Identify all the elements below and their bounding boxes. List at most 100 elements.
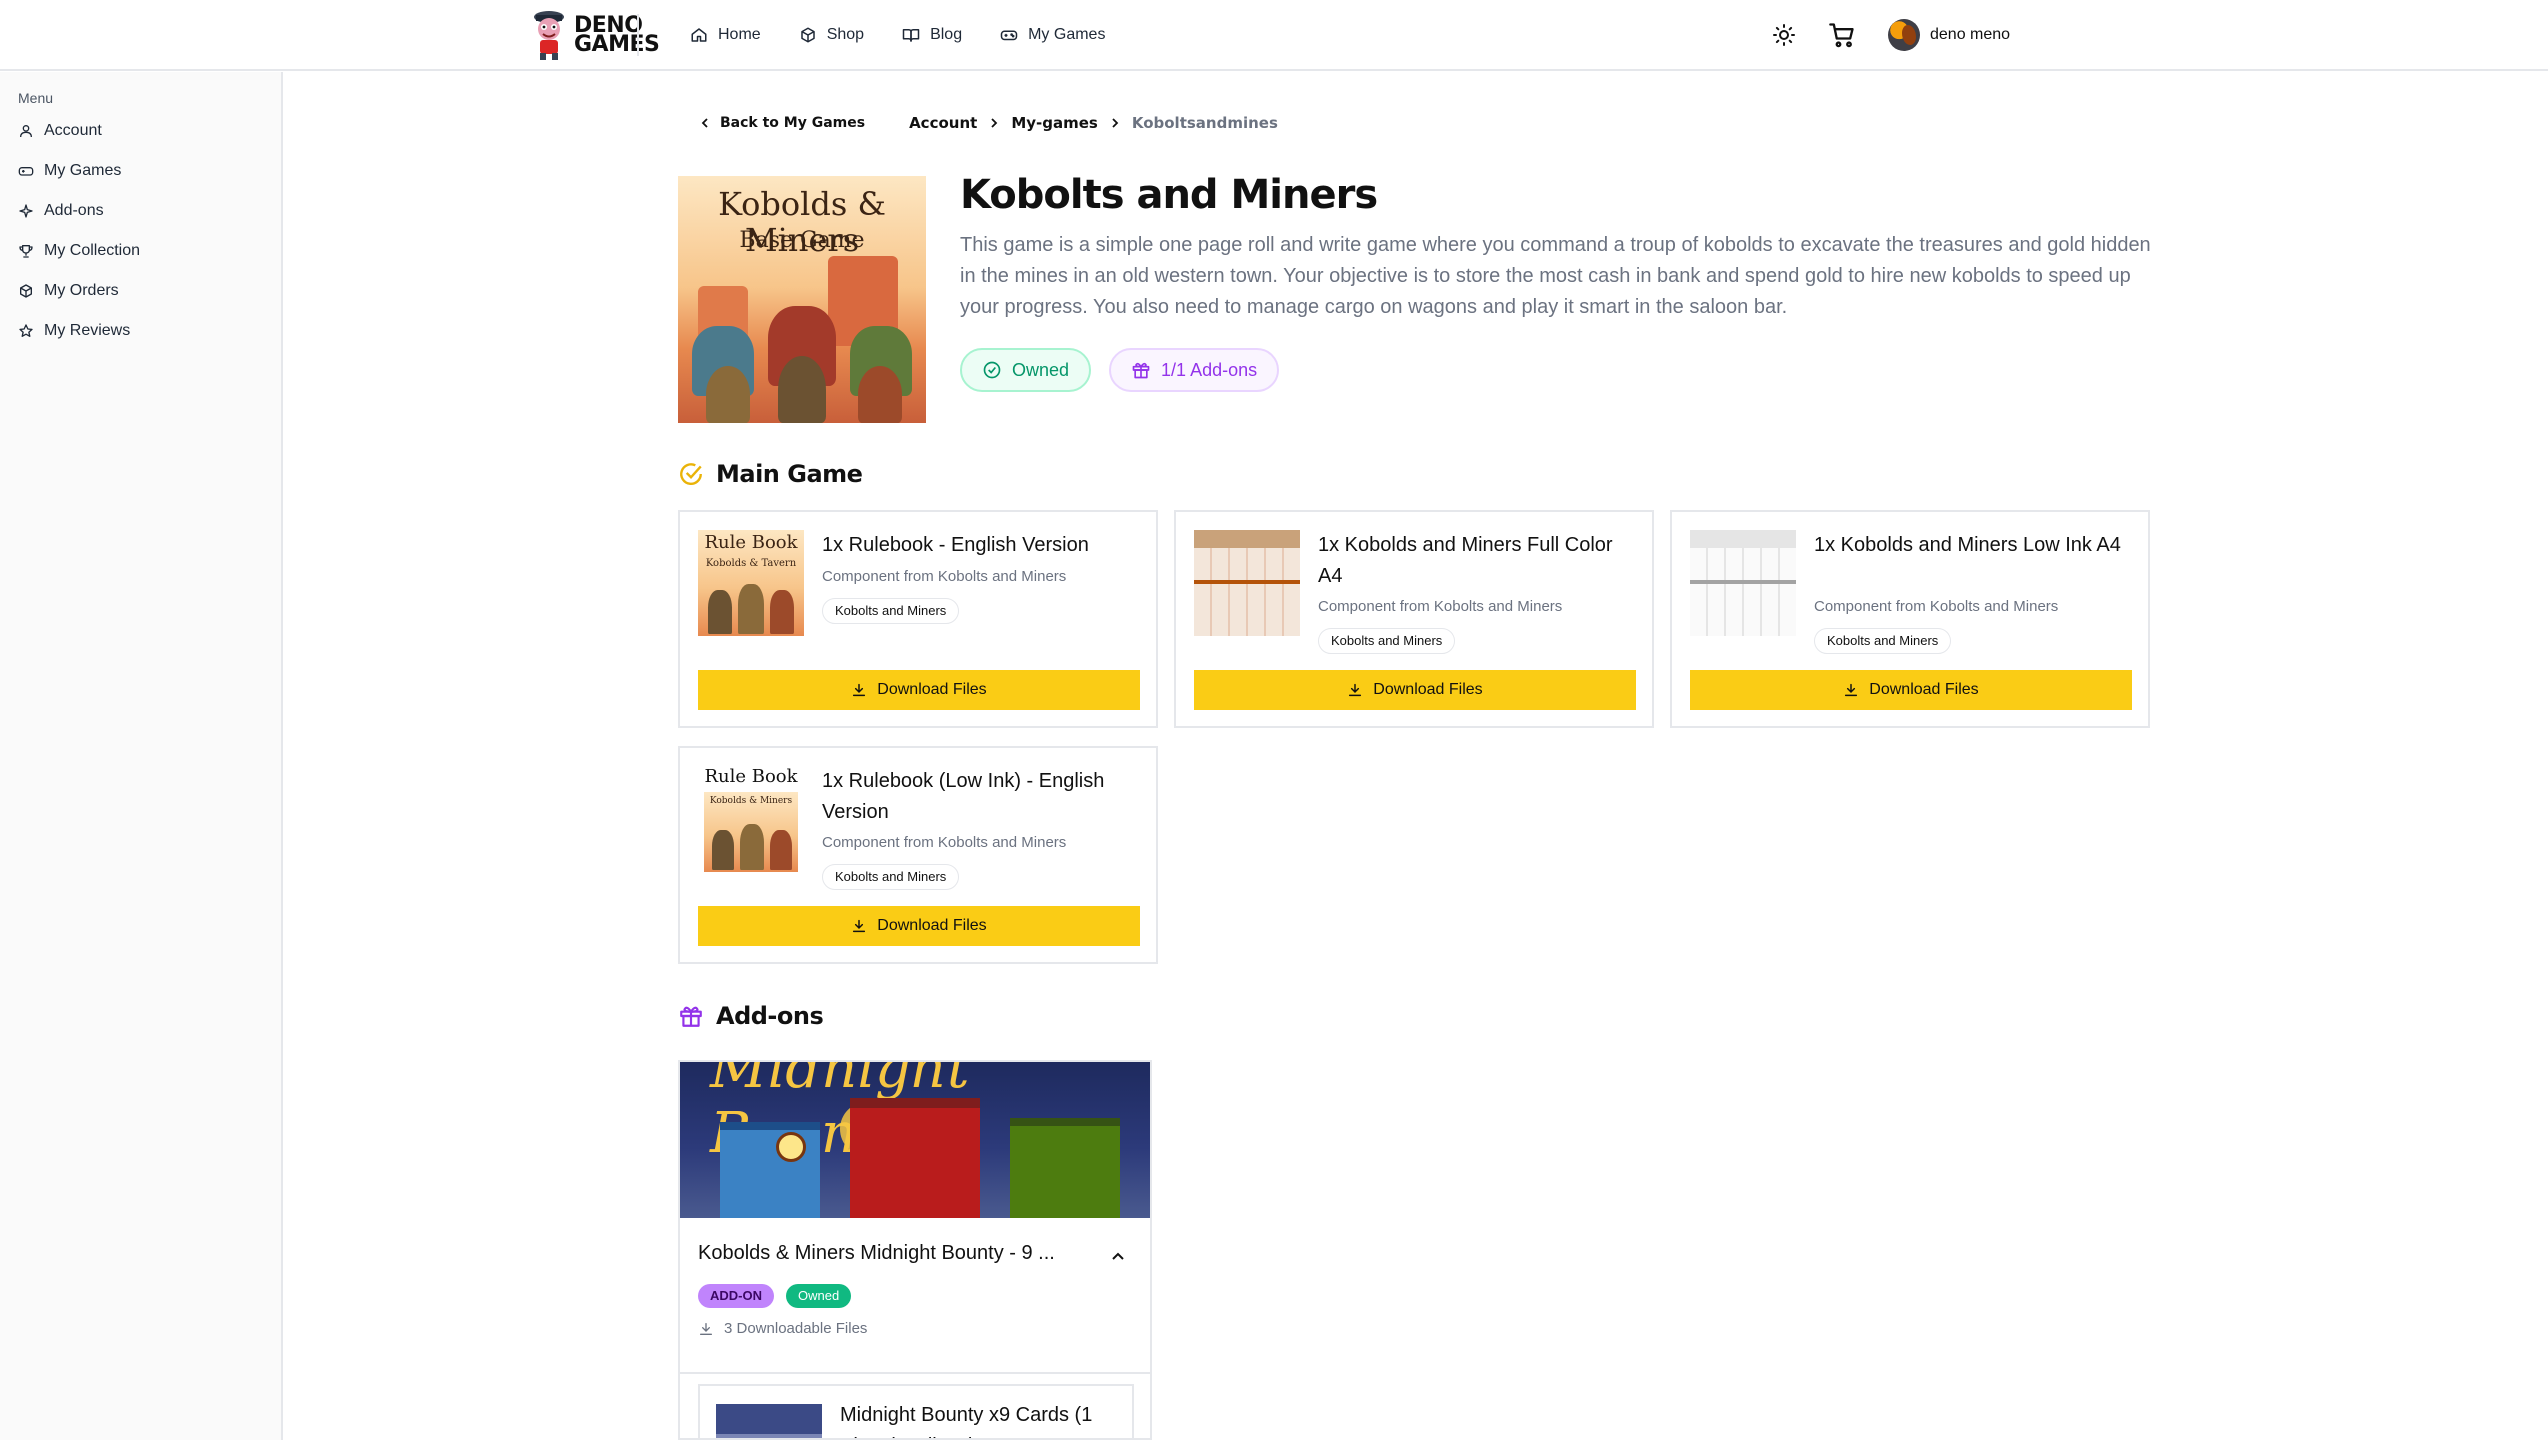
addons-count-badge: 1/1 Add-ons [1109,348,1280,392]
thumb-divider [1690,580,1796,584]
component-card: Rule Book Kobolds & Miners 1x Rulebook (… [678,746,1158,964]
sidebar-item-label: Add-ons [44,202,104,219]
trophy-icon [19,245,33,258]
thumb-kobold [738,584,764,634]
component-tag: Kobolts and Miners [1318,628,1456,654]
banner-building [850,1098,980,1218]
box-icon [800,27,815,43]
component-tag: Kobolts and Miners [822,864,960,890]
chevron-right-icon [1112,118,1119,128]
download-files-button[interactable]: Download Files [698,906,1140,946]
logo-text-line2: GAMES [574,32,660,57]
download-icon [853,919,866,933]
chevron-up-icon[interactable] [1108,1246,1128,1266]
cover-subtitle: Base Game [739,228,865,253]
sidebar-item-my-collection[interactable]: My Collection [18,242,140,260]
sidebar: Menu Account My Games Add-ons My Collect… [0,72,283,1440]
banner-building [1010,1118,1120,1218]
deno-games-logo[interactable]: DENO GAMES [530,8,660,62]
component-name: 1x Rulebook - English Version [822,534,1089,556]
breadcrumb: Back to My Games Account My-games Kobolt… [700,114,1278,132]
thumb-header [1690,530,1796,548]
download-icon [1349,683,1362,697]
logo-divider [637,14,639,56]
component-subtitle: Component from Kobolts and Miners [822,568,1067,585]
divider [680,1372,1150,1374]
sidebar-item-my-orders[interactable]: My Orders [18,282,119,300]
mascot-icon [530,9,568,61]
gamepad-icon [1000,30,1018,41]
thumb-divider [1194,580,1300,584]
component-subtitle: Component from Kobolts and Miners [822,834,1067,851]
component-tag: Kobolts and Miners [822,598,960,624]
book-icon [902,29,920,42]
component-thumbnail [1194,530,1300,636]
component-thumbnail: Rule Book Kobolds & Tavern [698,530,804,636]
nav-blog[interactable]: Blog [902,26,962,44]
nav-home-label: Home [718,26,761,43]
nav-blog-label: Blog [930,26,963,43]
nav-my-games-label: My Games [1028,26,1106,43]
download-icon [853,683,866,697]
sidebar-item-account[interactable]: Account [18,122,102,140]
download-files-button[interactable]: Download Files [1194,670,1636,710]
owned-badge: Owned [786,1284,852,1308]
sidebar-item-my-reviews[interactable]: My Reviews [18,322,130,340]
sidebar-item-label: My Collection [44,242,141,259]
addon-file-thumbnail [716,1404,822,1438]
nav-shop[interactable]: Shop [799,26,864,44]
section-title-label: Main Game [716,460,863,488]
thumb-kobold [708,590,732,634]
addon-name[interactable]: Kobolds & Miners Midnight Bounty - 9 ... [698,1242,1055,1265]
home-icon [691,28,707,42]
thumb-kobold [770,590,794,634]
addon-file-card: Midnight Bounty x9 Cards (1 Sheet) Full … [698,1384,1134,1438]
game-description: This game is a simple one page roll and … [960,234,2151,318]
download-files-button[interactable]: Download Files [698,670,1140,710]
sun-icon[interactable] [1772,23,1796,47]
sidebar-item-add-ons[interactable]: Add-ons [18,202,104,220]
download-icon [1845,683,1858,697]
sidebar-item-my-games[interactable]: My Games [18,162,121,180]
cover-kobold [858,366,902,423]
addons-badge-label: 1/1 Add-ons [1161,359,1258,380]
thumb-kobold [770,830,792,870]
chevron-left-icon [701,118,708,128]
banner-building [720,1122,820,1218]
sparkle-icon [19,204,33,218]
download-label: Download Files [877,681,987,698]
addons-section-title: Add-ons [678,1002,824,1030]
breadcrumb-account[interactable]: Account [909,114,977,132]
download-files-button[interactable]: Download Files [1690,670,2132,710]
nav-shop-label: Shop [826,26,865,43]
top-header: DENO GAMES Home Shop Blog My Games deno … [0,0,2548,71]
component-name: 1x Kobolds and Miners Low Ink A4 [1814,534,2121,556]
download-label: Download Files [1869,681,1979,698]
section-title-label: Add-ons [716,1002,824,1030]
component-subtitle: Component from Kobolts and Miners [1814,598,2059,615]
page-title: Kobolts and Miners [960,172,1378,218]
chevron-right-icon [991,118,998,128]
component-card: Rule Book Kobolds & Tavern 1x Rulebook -… [678,510,1158,728]
breadcrumb-current: Koboltsandmines [1131,114,1278,132]
gift-icon [680,1006,702,1027]
cover-kobold [778,356,826,423]
download-label: Download Files [1373,681,1483,698]
owned-badge-label: Owned [1012,359,1070,380]
nav-home[interactable]: Home [690,26,761,44]
back-to-my-games-link[interactable]: Back to My Games [700,115,865,131]
sidebar-menu-title: Menu [18,90,54,106]
thumb-art: Kobolds & Miners [704,792,798,872]
gift-icon [1132,362,1150,379]
addon-type-badge: ADD-ON [698,1284,774,1308]
breadcrumb-my-games[interactable]: My-games [1011,114,1098,132]
component-thumbnail: Rule Book Kobolds & Miners [698,766,804,872]
cart-icon[interactable] [1828,21,1856,49]
gamepad-icon [18,167,34,176]
thumb-title: Rule Book [704,766,798,787]
game-badges: Owned 1/1 Add-ons [960,348,1280,392]
nav-my-games[interactable]: My Games [1000,26,1105,44]
component-thumbnail [1690,530,1796,636]
user-menu[interactable]: deno meno [1888,19,2010,51]
download-icon [700,1322,712,1335]
